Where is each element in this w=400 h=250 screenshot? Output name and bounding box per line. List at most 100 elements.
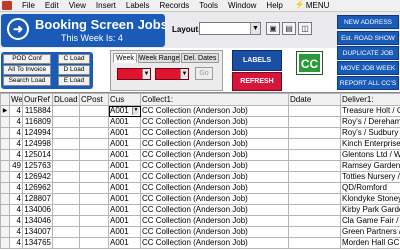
cell-dload[interactable] bbox=[52, 116, 80, 128]
cell-deliver1[interactable]: Roy's / Sudbury bbox=[340, 127, 400, 139]
cell-ddate[interactable] bbox=[288, 127, 341, 139]
table-row[interactable]: 4 134006 A001 CC Collection (Anderson Job) K… bbox=[0, 204, 400, 216]
table-row[interactable]: 4 134007 A001 CC Collection (Anderson Job) G… bbox=[0, 226, 400, 238]
cell-ourref[interactable]: 125763 bbox=[22, 160, 53, 172]
cell-cus[interactable]: A001 bbox=[108, 182, 141, 194]
cell-cpost[interactable] bbox=[79, 204, 109, 216]
cell-ddate[interactable] bbox=[288, 215, 341, 227]
cell-cus[interactable]: A001 bbox=[108, 138, 141, 150]
cell-deliver1[interactable]: Cla Game Fair / L bbox=[340, 215, 400, 227]
table-row[interactable]: 49 125763 A001 CC Collection (Anderson Job)… bbox=[0, 160, 400, 172]
table-row[interactable]: 4 116809 A001 CC Collection (Anderson Job) R… bbox=[0, 116, 400, 128]
refresh-button[interactable]: REFRESH bbox=[232, 72, 282, 91]
week-to-select[interactable]: ▼ bbox=[155, 68, 189, 80]
cell-collect1[interactable]: CC Collection (Anderson Job) bbox=[140, 116, 289, 128]
cell-cus[interactable]: A001 bbox=[108, 204, 141, 216]
cell-ourref[interactable]: 134007 bbox=[22, 226, 53, 238]
menu-window[interactable]: Window bbox=[223, 0, 261, 12]
cell-collect1[interactable]: CC Collection (Anderson Job) bbox=[140, 138, 289, 150]
cell-ddate[interactable] bbox=[288, 193, 341, 205]
cell-cpost[interactable] bbox=[79, 160, 109, 172]
cell-deliver1[interactable]: Roy's / Dereham bbox=[340, 116, 400, 128]
table-row[interactable]: 4 134765 A001 CC Collection (Anderson Job) M… bbox=[0, 237, 400, 249]
cell-deliver1[interactable]: Klondyke Stoney bbox=[340, 193, 400, 205]
cell-ourref[interactable]: 125014 bbox=[22, 149, 53, 161]
table-row[interactable]: 4 128807 A001 CC Collection (Anderson Job) K… bbox=[0, 193, 400, 205]
report-all-ccs-button[interactable]: REPORT ALL CC'S bbox=[337, 76, 399, 90]
est-road-show-button[interactable]: Est. ROAD SHOW bbox=[337, 31, 399, 45]
cell-week[interactable]: 4 bbox=[9, 193, 23, 205]
cell-deliver1[interactable]: Morden Hall GC / bbox=[340, 237, 400, 249]
table-row[interactable]: 4 125014 A001 CC Collection (Anderson Job) G… bbox=[0, 149, 400, 161]
cell-cpost[interactable] bbox=[79, 127, 109, 139]
column-header-ourref[interactable]: OurRef bbox=[22, 93, 53, 106]
cell-ourref[interactable]: 115884 bbox=[22, 105, 53, 117]
chevron-down-icon[interactable]: ▼ bbox=[250, 23, 260, 34]
new-address-button[interactable]: NEW ADDRESS bbox=[337, 15, 399, 29]
cell-ddate[interactable] bbox=[288, 160, 341, 172]
cell-dload[interactable] bbox=[52, 171, 80, 183]
cell-cus[interactable]: A001 bbox=[108, 160, 141, 172]
table-row[interactable]: ▶ 4 115884 ▼ A001 CC Collection (Anderson Job… bbox=[0, 105, 400, 117]
cell-week[interactable]: 4 bbox=[9, 138, 23, 150]
menu-file[interactable]: File bbox=[14, 0, 40, 12]
cell-collect1[interactable]: CC Collection (Anderson Job) bbox=[140, 226, 289, 238]
cell-cus[interactable]: ▼ A001 bbox=[108, 105, 141, 117]
chevron-down-icon[interactable]: ▼ bbox=[180, 69, 188, 79]
cell-week[interactable]: 4 bbox=[9, 226, 23, 238]
cell-ourref[interactable]: 116809 bbox=[22, 116, 53, 128]
cell-week[interactable]: 4 bbox=[9, 149, 23, 161]
cell-cus[interactable]: A001 bbox=[108, 171, 141, 183]
cell-week[interactable]: 4 bbox=[9, 215, 23, 227]
cell-cus[interactable]: A001 bbox=[108, 226, 141, 238]
cell-deliver1[interactable]: Ramsey Garden C bbox=[340, 160, 400, 172]
week-from-select[interactable]: ▼ bbox=[117, 68, 151, 80]
cell-cus[interactable]: A001 bbox=[108, 116, 141, 128]
table-row[interactable]: 4 124998 A001 CC Collection (Anderson Job) K… bbox=[0, 138, 400, 150]
cell-ddate[interactable] bbox=[288, 116, 341, 128]
cell-dload[interactable] bbox=[52, 204, 80, 216]
cell-ddate[interactable] bbox=[288, 138, 341, 150]
cell-ddate[interactable] bbox=[288, 182, 341, 194]
menu-custom[interactable]: ⚡MENU bbox=[288, 0, 335, 12]
cell-collect1[interactable]: CC Collection (Anderson Job) bbox=[140, 215, 289, 227]
cell-deliver1[interactable]: Glentons Ltd / W bbox=[340, 149, 400, 161]
cell-cus[interactable]: A001 bbox=[108, 215, 141, 227]
cell-dload[interactable] bbox=[52, 105, 80, 117]
all-to-invoice-button[interactable]: All To Invoice bbox=[3, 65, 51, 75]
table-row[interactable]: 4 126962 A001 CC Collection (Anderson Job) Q… bbox=[0, 182, 400, 194]
cell-ddate[interactable] bbox=[288, 226, 341, 238]
cell-ddate[interactable] bbox=[288, 149, 341, 161]
cell-deliver1[interactable]: Totties Nursery / bbox=[340, 171, 400, 183]
cell-week[interactable]: 4 bbox=[9, 127, 23, 139]
cell-ourref[interactable]: 134006 bbox=[22, 204, 53, 216]
cell-collect1[interactable]: CC Collection (Anderson Job) bbox=[140, 127, 289, 139]
cell-ddate[interactable] bbox=[288, 105, 341, 117]
go-button[interactable]: Go bbox=[195, 67, 213, 80]
cell-deliver1[interactable]: QD/Romford bbox=[340, 182, 400, 194]
cell-dload[interactable] bbox=[52, 237, 80, 249]
cell-dload[interactable] bbox=[52, 127, 80, 139]
cell-dload[interactable] bbox=[52, 149, 80, 161]
cell-cpost[interactable] bbox=[79, 105, 109, 117]
cell-cpost[interactable] bbox=[79, 171, 109, 183]
column-header-week[interactable]: We bbox=[9, 93, 23, 106]
cell-collect1[interactable]: CC Collection (Anderson Job) bbox=[140, 171, 289, 183]
table-row[interactable]: 4 134046 A001 CC Collection (Anderson Job) C… bbox=[0, 215, 400, 227]
cell-dload[interactable] bbox=[52, 138, 80, 150]
cell-ourref[interactable]: 124994 bbox=[22, 127, 53, 139]
chevron-down-icon[interactable]: ▼ bbox=[142, 69, 150, 79]
cell-dload[interactable] bbox=[52, 226, 80, 238]
tab-week[interactable]: Week bbox=[113, 53, 137, 63]
menu-labels[interactable]: Labels bbox=[121, 0, 155, 12]
pod-conf-button[interactable]: POD Conf bbox=[3, 54, 51, 64]
cell-collect1[interactable]: CC Collection (Anderson Job) bbox=[140, 193, 289, 205]
column-header-collect1[interactable]: Collect1: bbox=[140, 93, 289, 106]
cell-ddate[interactable] bbox=[288, 171, 341, 183]
view-icon[interactable]: ◫ bbox=[298, 22, 312, 35]
cell-collect1[interactable]: CC Collection (Anderson Job) bbox=[140, 105, 289, 117]
table-row[interactable]: 4 126942 A001 CC Collection (Anderson Job) T… bbox=[0, 171, 400, 183]
cell-week[interactable]: 4 bbox=[9, 171, 23, 183]
cell-collect1[interactable]: CC Collection (Anderson Job) bbox=[140, 237, 289, 249]
cell-cus[interactable]: A001 bbox=[108, 127, 141, 139]
